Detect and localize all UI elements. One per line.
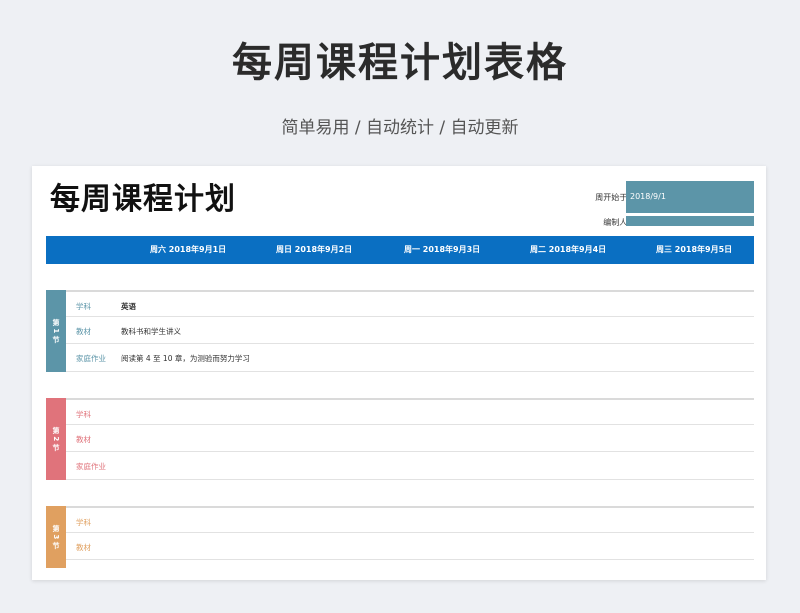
row-label: 教材 <box>76 543 91 552</box>
week-start-field[interactable]: 2018/9/1 <box>626 181 754 213</box>
day-header: 周日 2018年9月2日 <box>276 245 353 254</box>
day-header: 周一 2018年9月3日 <box>404 245 481 254</box>
table-row[interactable]: 学科 <box>66 398 754 425</box>
period-section-2: 第 2 节 学科 教材 家庭作业 <box>46 398 754 480</box>
row-value: 教科书和学生讲义 <box>121 327 181 336</box>
table-row[interactable]: 家庭作业 阅读第 4 至 10 章，为测验而努力学习 <box>66 344 754 372</box>
day-header: 周二 2018年9月4日 <box>530 245 607 254</box>
day-header-bar: 周六 2018年9月1日 周日 2018年9月2日 周一 2018年9月3日 周… <box>46 236 754 264</box>
day-header: 周三 2018年9月5日 <box>656 245 733 254</box>
row-label: 家庭作业 <box>76 354 106 363</box>
row-label: 学科 <box>76 302 91 311</box>
table-row[interactable]: 教材 教科书和学生讲义 <box>66 317 754 344</box>
row-label: 教材 <box>76 435 91 444</box>
table-row[interactable]: 教材 <box>66 425 754 452</box>
page-title: 每周课程计划表格 <box>232 40 568 86</box>
period-tab: 第 3 节 <box>46 506 66 568</box>
day-header: 周六 2018年9月1日 <box>150 245 227 254</box>
sheet-title: 每周课程计划 <box>50 182 236 217</box>
row-label: 学科 <box>76 410 91 419</box>
row-value: 英语 <box>121 302 136 311</box>
page-subtitle: 简单易用 / 自动统计 / 自动更新 <box>281 118 519 138</box>
row-value: 阅读第 4 至 10 章，为测验而努力学习 <box>121 354 250 363</box>
table-row[interactable]: 学科 英语 <box>66 290 754 317</box>
schedule-sheet: 每周课程计划 周开始于: 2018/9/1 编制人: 周六 2018年9月1日 … <box>32 166 766 580</box>
period-tab: 第 2 节 <box>46 398 66 480</box>
period-tab: 第 1 节 <box>46 290 66 372</box>
row-label: 家庭作业 <box>76 462 106 471</box>
row-label: 学科 <box>76 518 91 527</box>
period-section-1: 第 1 节 学科 英语 教材 教科书和学生讲义 家庭作业 阅读第 4 至 10 … <box>46 290 754 372</box>
period-section-3: 第 3 节 学科 教材 <box>46 506 754 568</box>
table-row[interactable]: 学科 <box>66 506 754 533</box>
row-label: 教材 <box>76 327 91 336</box>
week-start-label: 周开始于: <box>595 193 630 202</box>
author-field[interactable] <box>626 216 754 226</box>
table-row[interactable]: 家庭作业 <box>66 452 754 480</box>
table-row[interactable]: 教材 <box>66 533 754 560</box>
